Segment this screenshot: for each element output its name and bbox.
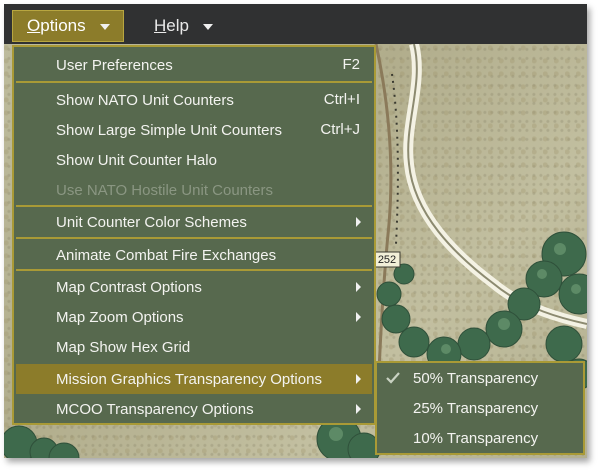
check-icon	[386, 372, 400, 384]
submenu-item-10-transparency[interactable]: 10% Transparency	[377, 423, 583, 453]
chevron-down-icon	[99, 24, 110, 30]
menu-divider	[16, 81, 372, 83]
menu-bar: Options Help	[4, 4, 587, 44]
options-label: ptions	[40, 16, 86, 35]
shortcut-label: Ctrl+I	[323, 91, 360, 108]
menu-item-map-zoom-options[interactable]: Map Zoom Options	[16, 302, 372, 332]
menu-item-label: Animate Combat Fire Exchanges	[56, 246, 277, 264]
menu-item-use-nato-hostile-unit-counters: Use NATO Hostile Unit Counters	[16, 175, 372, 205]
submenu-item-50-transparency[interactable]: 50% Transparency	[377, 363, 583, 393]
menu-item-label: Map Show Hex Grid	[56, 338, 191, 356]
menu-item-user-preferences[interactable]: User Preferences F2	[16, 50, 372, 80]
options-accel: O	[27, 16, 41, 35]
menu-item-label: Use NATO Hostile Unit Counters	[56, 181, 274, 199]
help-menu-button[interactable]: Help	[140, 10, 230, 42]
menu-item-unit-counter-color-schemes[interactable]: Unit Counter Color Schemes	[16, 207, 372, 237]
menu-item-show-large-simple-unit-counters[interactable]: Show Large Simple Unit Counters Ctrl+J	[16, 115, 372, 145]
help-label: elp	[166, 16, 189, 35]
menu-divider	[16, 237, 372, 239]
menu-item-label: Show Large Simple Unit Counters	[56, 121, 282, 139]
chevron-right-icon	[356, 312, 361, 322]
transparency-submenu: 50% Transparency 25% Transparency 10% Tr…	[375, 361, 585, 455]
menu-item-label: Unit Counter Color Schemes	[56, 213, 247, 231]
menu-item-label: MCOO Transparency Options	[56, 400, 254, 418]
menu-item-map-contrast-options[interactable]: Map Contrast Options	[16, 272, 372, 302]
menu-item-show-unit-counter-halo[interactable]: Show Unit Counter Halo	[16, 145, 372, 175]
menu-item-mcoo-transparency-options[interactable]: MCOO Transparency Options	[16, 394, 372, 424]
menu-item-mission-graphics-transparency-options[interactable]: Mission Graphics Transparency Options	[16, 364, 372, 394]
menu-item-label: User Preferences	[56, 56, 173, 74]
menu-item-label: Map Zoom Options	[56, 308, 184, 326]
menu-item-map-show-hex-grid[interactable]: Map Show Hex Grid	[16, 332, 372, 362]
menu-item-label: Map Contrast Options	[56, 278, 202, 296]
shortcut-label: F2	[342, 56, 360, 73]
menu-item-show-nato-unit-counters[interactable]: Show NATO Unit Counters Ctrl+I	[16, 85, 372, 115]
menu-item-label: Mission Graphics Transparency Options	[56, 370, 322, 388]
options-menu-button[interactable]: Options	[12, 10, 124, 42]
submenu-item-label: 50% Transparency	[413, 369, 539, 387]
shortcut-label: Ctrl+J	[320, 121, 360, 138]
options-dropdown-menu: User Preferences F2 Show NATO Unit Count…	[12, 45, 376, 425]
chevron-down-icon	[202, 24, 213, 30]
menu-item-animate-combat-fire-exchanges[interactable]: Animate Combat Fire Exchanges	[16, 240, 372, 270]
chevron-right-icon	[356, 374, 361, 384]
menu-item-label: Show Unit Counter Halo	[56, 151, 217, 169]
chevron-right-icon	[356, 217, 361, 227]
submenu-item-25-transparency[interactable]: 25% Transparency	[377, 393, 583, 423]
road-marker-label: 252	[378, 254, 396, 266]
submenu-item-label: 10% Transparency	[413, 429, 539, 447]
menu-item-label: Show NATO Unit Counters	[56, 91, 234, 109]
help-accel: H	[154, 16, 167, 35]
menu-divider	[16, 269, 372, 271]
submenu-item-label: 25% Transparency	[413, 399, 539, 417]
chevron-right-icon	[356, 404, 361, 414]
chevron-right-icon	[356, 282, 361, 292]
application-window: 252 Options Help User Preferences F2 Sho…	[4, 4, 587, 458]
